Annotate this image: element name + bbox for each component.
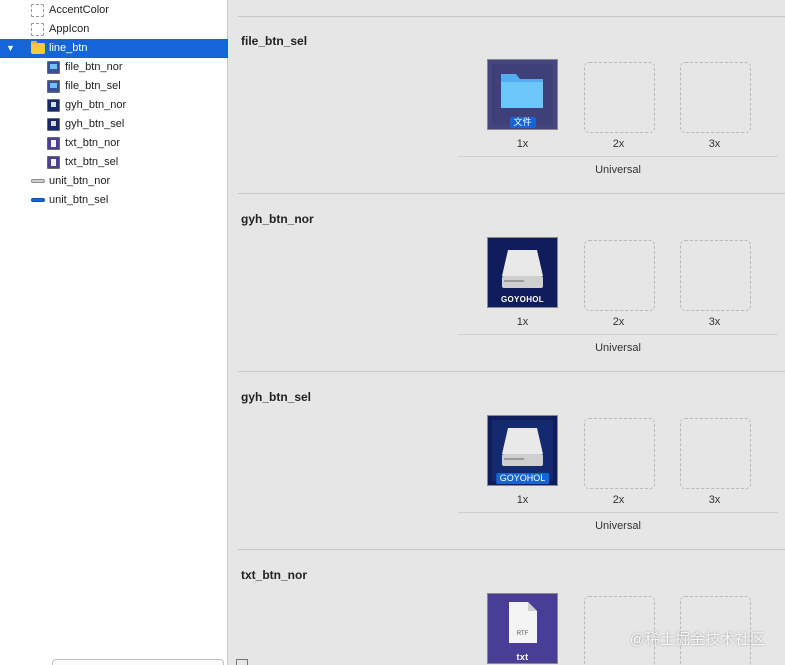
scale-label-3x: 3x [708, 138, 721, 150]
section-divider [238, 193, 785, 194]
sidebar-item-label: AccentColor [49, 4, 109, 16]
section-divider [238, 371, 785, 372]
sidebar-item-label: unit_btn_nor [49, 175, 111, 187]
image-set-title: gyh_btn_sel [241, 390, 312, 404]
disclosure-triangle-icon[interactable]: ▼ [5, 43, 16, 54]
scale-label-3x: 3x [708, 316, 721, 328]
image-slot-3x[interactable] [680, 240, 751, 311]
image-slot-3x[interactable] [680, 418, 751, 489]
scale-label-1x: 1x [516, 138, 529, 150]
image-caption: GOYOHOL [501, 295, 544, 304]
sidebar-item-label: line_btn [49, 42, 88, 54]
image-set-icon [47, 118, 60, 131]
sidebar-item-file-btn-nor[interactable]: file_btn_nor [0, 58, 228, 77]
sidebar-item-label: gyh_btn_nor [65, 99, 127, 111]
folder-icon [31, 41, 45, 54]
sidebar-item-label: AppIcon [49, 23, 90, 35]
universal-label: Universal [595, 164, 641, 176]
sidebar-item-label: file_btn_sel [65, 80, 121, 92]
sidebar-item-txt-btn-sel[interactable]: txt_btn_sel [0, 153, 228, 172]
scale-label-2x: 2x [612, 138, 625, 150]
image-slot-1x[interactable]: RTF txt [487, 593, 558, 664]
app-icon-set-icon [31, 23, 44, 36]
image-slot-2x[interactable] [584, 240, 655, 311]
universal-label: Universal [595, 342, 641, 354]
sidebar-item-label: file_btn_nor [65, 61, 123, 73]
sidebar-item-accentcolor[interactable]: AccentColor [0, 1, 228, 20]
section-divider [238, 549, 785, 550]
document-type-label: RTF [516, 631, 529, 637]
image-set-icon [31, 198, 45, 202]
sidebar-item-gyh-btn-sel[interactable]: gyh_btn_sel [0, 115, 228, 134]
image-caption: 文件 [509, 117, 536, 128]
image-slot-1x[interactable]: GOYOHOL [487, 415, 558, 486]
asset-sidebar: AccentColor AppIcon ▼ line_btn file_btn_… [0, 0, 228, 665]
image-set-title: gyh_btn_nor [241, 212, 314, 226]
image-set-icon [47, 156, 60, 169]
image-slot-2x[interactable] [584, 62, 655, 133]
image-set-icon [47, 61, 60, 74]
sidebar-item-label: gyh_btn_sel [65, 118, 125, 130]
image-set-icon [47, 137, 60, 150]
image-caption: txt [516, 652, 529, 662]
universal-divider [458, 512, 778, 513]
asset-editor: file_btn_sel 文件 1x 2x 3x Universal gyh_b… [229, 0, 785, 665]
image-slot-1x[interactable]: GOYOHOL [487, 237, 558, 308]
image-set-title: file_btn_sel [241, 34, 308, 48]
sidebar-filter-field[interactable] [52, 659, 224, 665]
image-set-title: txt_btn_nor [241, 568, 307, 582]
grid-icon[interactable] [236, 659, 248, 665]
scale-label-2x: 2x [612, 494, 625, 506]
watermark: @稀土掘金技术社区 [629, 631, 765, 648]
section-divider [238, 16, 785, 17]
sidebar-item-appicon[interactable]: AppIcon [0, 20, 228, 39]
sidebar-item-unit-btn-sel[interactable]: unit_btn_sel [0, 191, 228, 210]
sidebar-item-txt-btn-nor[interactable]: txt_btn_nor [0, 134, 228, 153]
scale-label-1x: 1x [516, 494, 529, 506]
image-slot-1x[interactable]: 文件 [487, 59, 558, 130]
sidebar-item-label: unit_btn_sel [49, 194, 109, 206]
image-slot-2x[interactable] [584, 418, 655, 489]
image-caption: GOYOHOL [495, 473, 550, 484]
universal-divider [458, 334, 778, 335]
sidebar-item-gyh-btn-nor[interactable]: gyh_btn_nor [0, 96, 228, 115]
sidebar-item-label: txt_btn_sel [65, 156, 119, 168]
sidebar-item-unit-btn-nor[interactable]: unit_btn_nor [0, 172, 228, 191]
sidebar-item-label: txt_btn_nor [65, 137, 121, 149]
image-set-icon [47, 80, 60, 93]
image-set-icon [31, 179, 45, 183]
scale-label-2x: 2x [612, 316, 625, 328]
universal-divider [458, 156, 778, 157]
color-set-icon [31, 4, 44, 17]
universal-label: Universal [595, 520, 641, 532]
scale-label-1x: 1x [516, 316, 529, 328]
scale-label-3x: 3x [708, 494, 721, 506]
sidebar-item-line-btn[interactable]: ▼ line_btn [0, 39, 228, 58]
image-set-icon [47, 99, 60, 112]
sidebar-item-file-btn-sel[interactable]: file_btn_sel [0, 77, 228, 96]
image-slot-3x[interactable] [680, 62, 751, 133]
